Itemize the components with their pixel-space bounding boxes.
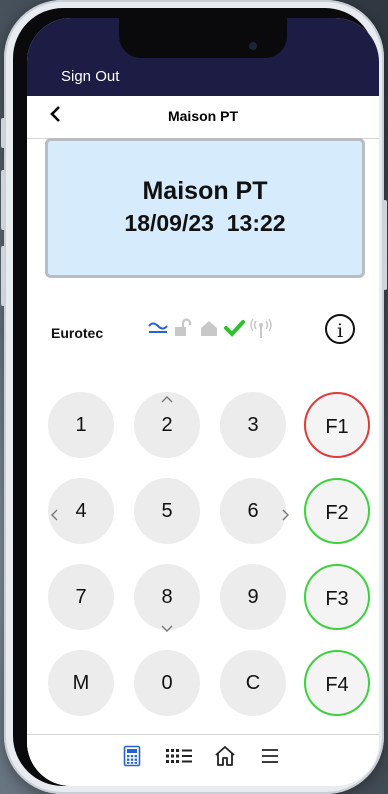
- status-bar: Eurotec i: [27, 308, 379, 348]
- nav-bar: Maison PT: [27, 96, 379, 139]
- tab-bar: [27, 734, 379, 786]
- notch: [119, 18, 287, 58]
- unlocked-icon: [173, 318, 193, 343]
- key-5[interactable]: 5: [134, 478, 200, 544]
- key-f2[interactable]: F2: [304, 478, 370, 544]
- side-button: [383, 200, 387, 290]
- panel-display: Maison PT 18/09/23 13:22: [45, 138, 365, 278]
- signal-icon: [249, 318, 273, 345]
- menu-icon[interactable]: [261, 748, 279, 769]
- home-icon[interactable]: [213, 745, 237, 772]
- side-button: [1, 170, 5, 230]
- key-8[interactable]: 8: [134, 564, 200, 630]
- key-m[interactable]: M: [48, 650, 114, 716]
- side-button: [1, 246, 5, 306]
- key-3[interactable]: 3: [220, 392, 286, 458]
- chevron-right-icon: [281, 509, 291, 523]
- display-datetime: 18/09/23 13:22: [48, 210, 362, 237]
- home-icon: [199, 318, 219, 343]
- side-button: [1, 118, 5, 148]
- display-date: 18/09/23: [124, 210, 214, 236]
- phone-frame: Sign Out Maison PT Maison PT 18/09/23 13…: [1, 0, 387, 794]
- display-title: Maison PT: [142, 177, 268, 205]
- brand-label: Eurotec: [51, 325, 104, 341]
- page-title: Maison PT: [167, 108, 238, 124]
- app-screen: Sign Out Maison PT Maison PT 18/09/23 13…: [27, 18, 379, 786]
- zones-list-icon[interactable]: [165, 748, 193, 769]
- display-time: 13:22: [226, 210, 286, 236]
- check-icon: [223, 318, 245, 343]
- phone-bezel: Sign Out Maison PT Maison PT 18/09/23 13…: [13, 8, 379, 786]
- key-7[interactable]: 7: [48, 564, 114, 630]
- key-f3[interactable]: F3: [304, 564, 370, 630]
- chevron-up-icon: [160, 392, 174, 405]
- key-1[interactable]: 1: [48, 392, 114, 458]
- key-6[interactable]: 6: [220, 478, 286, 544]
- info-icon[interactable]: i: [325, 314, 355, 344]
- key-f1[interactable]: F1: [304, 392, 370, 458]
- key-c[interactable]: C: [220, 650, 286, 716]
- key-9[interactable]: 9: [220, 564, 286, 630]
- key-0[interactable]: 0: [134, 650, 200, 716]
- camera-icon: [249, 42, 257, 50]
- keypad-icon[interactable]: [123, 745, 141, 772]
- app-header: Sign Out: [27, 18, 379, 96]
- sign-out-button[interactable]: Sign Out: [61, 68, 119, 85]
- key-f4[interactable]: F4: [304, 650, 370, 716]
- mains-power-icon: [147, 318, 169, 341]
- chevron-down-icon: [160, 622, 174, 635]
- chevron-left-icon: [49, 509, 59, 523]
